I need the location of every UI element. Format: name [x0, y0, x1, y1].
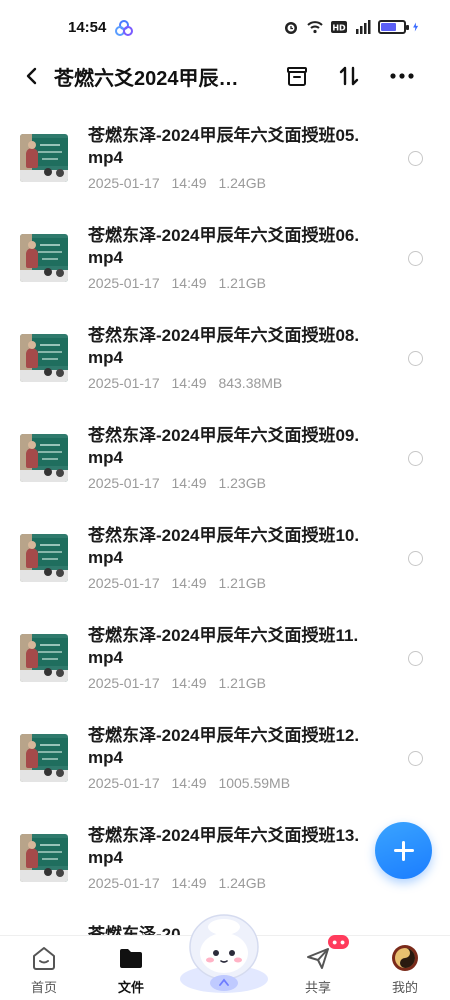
- file-size: 1.21GB: [218, 575, 266, 591]
- file-time: 14:49: [171, 675, 207, 691]
- file-meta: 2025-01-17 14:49 1.21GB: [88, 575, 274, 591]
- assistant-mascot-button[interactable]: [178, 907, 270, 995]
- file-size: 1.21GB: [218, 675, 266, 691]
- alarm-icon: [285, 22, 297, 34]
- signal-icon: [356, 20, 371, 34]
- file-meta: 2025-01-17 14:49 1.21GB: [88, 675, 274, 691]
- battery-fill: [381, 23, 397, 31]
- chevron-left-icon: [26, 67, 37, 85]
- archive-button[interactable]: [281, 60, 313, 92]
- select-radio[interactable]: [408, 651, 423, 666]
- file-row[interactable]: 苍燃东泽-2024甲辰年六爻面授班05.mp4 2025-01-17 14:49…: [0, 100, 450, 200]
- file-name: 苍然东泽-2024甲辰年六爻面授班08.mp4: [88, 326, 360, 367]
- select-radio[interactable]: [408, 151, 423, 166]
- file-meta: 2025-01-17 14:49 1.21GB: [88, 275, 274, 291]
- select-radio[interactable]: [408, 751, 423, 766]
- battery-icon: [378, 20, 409, 34]
- status-time: 14:54: [68, 19, 107, 36]
- file-row[interactable]: 苍然东泽-2024甲辰年六爻面授班09.mp4 2025-01-17 14:49…: [0, 400, 450, 500]
- file-time: 14:49: [171, 375, 207, 391]
- page-title: 苍燃六爻2024甲辰…: [54, 68, 239, 90]
- file-size: 1.23GB: [218, 475, 266, 491]
- file-name: 苍燃东泽-2024甲辰年六爻面授班05.mp4: [88, 126, 360, 167]
- file-date: 2025-01-17: [88, 875, 160, 891]
- nav-share-label: 共享: [304, 980, 331, 995]
- wifi-icon: [307, 21, 323, 34]
- file-size: 1005.59MB: [218, 775, 291, 791]
- file-row[interactable]: 苍燃东泽-2024甲辰年六爻面授班12.mp4 2025-01-17 14:49…: [0, 700, 450, 800]
- file-meta: 2025-01-17 14:49 1.23GB: [88, 475, 274, 491]
- select-radio[interactable]: [408, 551, 423, 566]
- sort-button[interactable]: [333, 60, 365, 92]
- file-name: 苍燃东泽-2024甲辰年六爻面授班11.mp4: [88, 626, 359, 667]
- file-time: 14:49: [171, 275, 207, 291]
- file-row[interactable]: 苍然东泽-2024甲辰年六爻面授班10.mp4 2025-01-17 14:49…: [0, 500, 450, 600]
- archive-box-icon: [287, 67, 307, 86]
- top-bar: 苍燃六爻2024甲辰…: [0, 50, 450, 100]
- video-thumbnail: [20, 834, 68, 882]
- select-radio[interactable]: [408, 351, 423, 366]
- video-thumbnail: [20, 434, 68, 482]
- file-size: 1.21GB: [218, 275, 266, 291]
- video-thumbnail: [20, 134, 68, 182]
- file-size: 1.24GB: [218, 175, 266, 191]
- file-name: 苍燃东泽-2024甲辰年六爻面授班06.mp4: [88, 226, 360, 267]
- file-meta: 2025-01-17 14:49 843.38MB: [88, 375, 290, 391]
- file-meta: 2025-01-17 14:49 1.24GB: [88, 875, 274, 891]
- file-list: 苍燃东泽-2024甲辰年六爻面授班05.mp4 2025-01-17 14:49…: [0, 100, 450, 900]
- file-time: 14:49: [171, 475, 207, 491]
- hd-icon: HD: [331, 21, 347, 33]
- folder-icon: [120, 949, 142, 968]
- nav-mine-label: 我的: [391, 980, 418, 995]
- file-time: 14:49: [171, 875, 207, 891]
- svg-text:HD: HD: [332, 24, 346, 33]
- file-size: 843.38MB: [218, 375, 283, 391]
- file-date: 2025-01-17: [88, 775, 160, 791]
- file-date: 2025-01-17: [88, 175, 160, 191]
- file-meta: 2025-01-17 14:49 1005.59MB: [88, 775, 298, 791]
- file-row[interactable]: 苍然东泽-2024甲辰年六爻面授班08.mp4 2025-01-17 14:49…: [0, 300, 450, 400]
- nav-mine[interactable]: 我的: [375, 940, 435, 998]
- video-thumbnail: [20, 334, 68, 382]
- sort-icon: [339, 66, 359, 86]
- back-button[interactable]: [18, 62, 46, 90]
- video-thumbnail: [20, 734, 68, 782]
- more-button[interactable]: [386, 60, 418, 92]
- file-date: 2025-01-17: [88, 275, 160, 291]
- home-icon: [33, 947, 55, 970]
- paper-plane-icon: [307, 948, 329, 969]
- notification-badge: ● ●: [328, 935, 350, 949]
- nav-files[interactable]: 文件: [101, 940, 161, 998]
- file-row[interactable]: 苍燃东泽-2024甲辰年六爻面授班11.mp4 2025-01-17 14:49…: [0, 600, 450, 700]
- nav-home[interactable]: 首页: [14, 940, 74, 998]
- file-meta: 2025-01-17 14:49 1.24GB: [88, 175, 274, 191]
- add-button[interactable]: [375, 822, 432, 879]
- file-name: 苍燃东泽-2024甲辰年六爻面授班13.mp4: [88, 826, 360, 867]
- status-icons: HD: [282, 18, 422, 36]
- nav-files-label: 文件: [117, 980, 144, 995]
- charging-icon: [413, 22, 419, 32]
- avatar: [392, 945, 418, 971]
- file-date: 2025-01-17: [88, 575, 160, 591]
- app-notification-icon: [115, 20, 133, 36]
- file-name: 苍然东泽-2024甲辰年六爻面授班10.mp4: [88, 526, 360, 567]
- select-radio[interactable]: [408, 451, 423, 466]
- video-thumbnail: [20, 634, 68, 682]
- file-size: 1.24GB: [218, 875, 266, 891]
- file-name: 苍然东泽-2024甲辰年六爻面授班09.mp4: [88, 426, 360, 467]
- file-time: 14:49: [171, 175, 207, 191]
- file-row[interactable]: 苍燃东泽-2024甲辰年六爻面授班06.mp4 2025-01-17 14:49…: [0, 200, 450, 300]
- video-thumbnail: [20, 534, 68, 582]
- file-date: 2025-01-17: [88, 375, 160, 391]
- file-time: 14:49: [171, 775, 207, 791]
- file-time: 14:49: [171, 575, 207, 591]
- status-bar: 14:54 HD: [0, 0, 450, 50]
- nav-home-label: 首页: [30, 980, 57, 995]
- file-date: 2025-01-17: [88, 475, 160, 491]
- file-date: 2025-01-17: [88, 675, 160, 691]
- more-icon: [390, 73, 414, 79]
- video-thumbnail: [20, 234, 68, 282]
- select-radio[interactable]: [408, 251, 423, 266]
- file-name: 苍燃东泽-2024甲辰年六爻面授班12.mp4: [88, 726, 360, 767]
